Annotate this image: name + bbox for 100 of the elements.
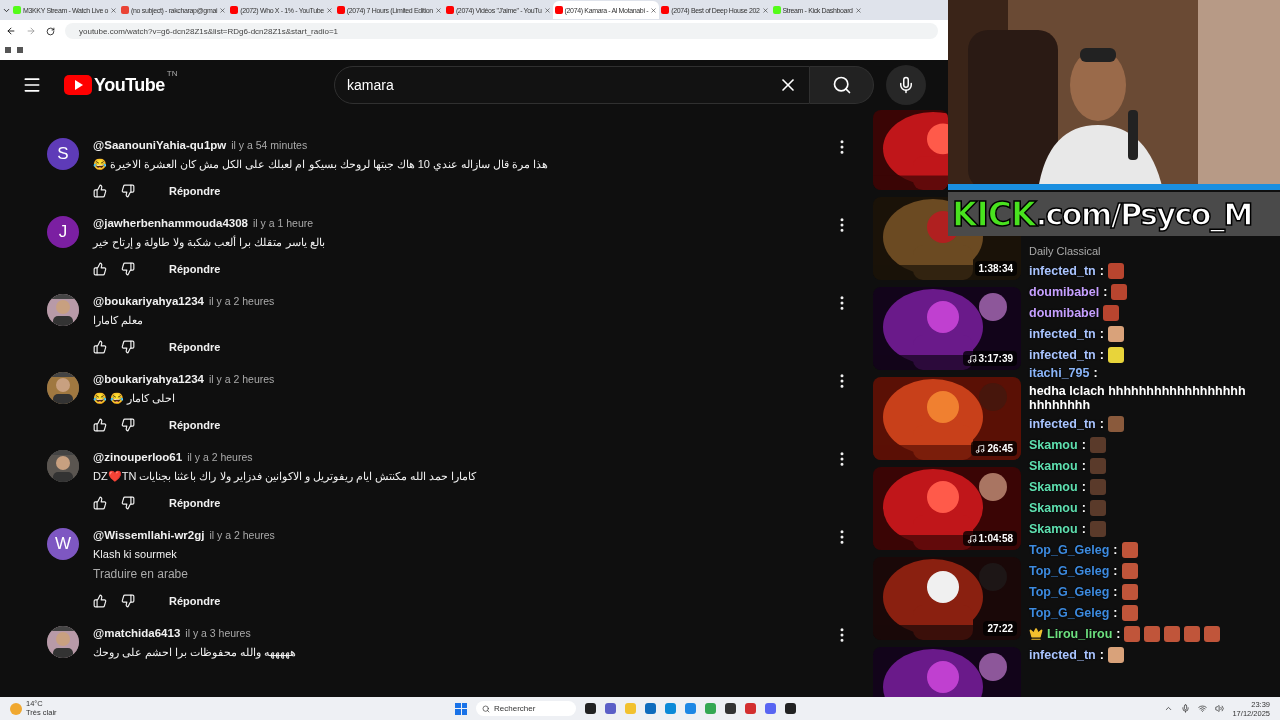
reply-button[interactable]: Répondre — [169, 497, 221, 509]
reply-button[interactable]: Répondre — [169, 419, 221, 431]
country-code: TN — [166, 68, 178, 78]
comment-time[interactable]: il y a 2 heures — [187, 450, 253, 464]
chat-username[interactable]: infected_tn — [1029, 416, 1096, 431]
logo-text: YouTube — [94, 74, 165, 96]
chat-separator: : — [1081, 458, 1086, 473]
chat-username[interactable]: Top_G_Geleg — [1029, 584, 1110, 599]
chat-username[interactable]: infected_tn — [1029, 347, 1096, 362]
reply-button[interactable]: Répondre — [169, 263, 221, 275]
chat-username[interactable]: Top_G_Geleg — [1029, 563, 1110, 578]
duration-badge: 27:22 — [983, 621, 1017, 636]
chat-username[interactable]: infected_tn — [1029, 263, 1096, 278]
chat-separator: : — [1116, 626, 1121, 641]
comment-time[interactable]: il y a 2 heures — [209, 528, 275, 542]
chat-username[interactable]: infected_tn — [1029, 326, 1096, 341]
avatar[interactable]: J — [47, 216, 79, 248]
reply-button[interactable]: Répondre — [169, 595, 221, 607]
reply-button[interactable]: Répondre — [169, 185, 221, 197]
comment-author[interactable]: @jawherbenhammouda4308 — [93, 216, 248, 230]
like-icon[interactable] — [93, 340, 107, 354]
dislike-icon[interactable] — [121, 340, 135, 354]
dislike-icon[interactable] — [121, 184, 135, 198]
like-icon[interactable] — [93, 418, 107, 432]
mic-button[interactable] — [886, 65, 926, 105]
reply-button[interactable]: Répondre — [169, 341, 221, 353]
avatar[interactable]: S — [47, 138, 79, 170]
chat-username[interactable]: doumibabel — [1029, 284, 1100, 299]
chat-username[interactable]: Top_G_Geleg — [1029, 605, 1110, 620]
back-icon[interactable] — [6, 26, 16, 36]
music-note-icon — [966, 353, 977, 364]
chat-separator: : — [1113, 584, 1118, 599]
chat-separator: : — [1113, 563, 1118, 578]
close-icon[interactable] — [543, 6, 551, 14]
comment-time[interactable]: il y a 2 heures — [208, 294, 275, 308]
like-icon[interactable] — [93, 262, 107, 276]
app-icon[interactable] — [785, 703, 796, 714]
comment-author[interactable]: @SaanouniYahia-qu1pw — [93, 138, 227, 152]
comment-author[interactable]: @boukariyahya1234 — [93, 294, 204, 308]
comment-time[interactable]: il y a 1 heure — [253, 216, 314, 230]
comment-time[interactable]: il y a 54 minutes — [231, 138, 308, 152]
close-icon[interactable] — [761, 6, 769, 14]
chat-separator: : — [1099, 326, 1104, 341]
close-icon[interactable] — [325, 6, 333, 14]
close-icon[interactable] — [854, 6, 862, 14]
close-icon[interactable] — [110, 6, 118, 14]
close-icon[interactable] — [650, 6, 658, 14]
taskbar-search[interactable]: Rechercher — [476, 701, 576, 716]
chat-username[interactable]: doumibabel — [1029, 305, 1100, 320]
comment-time[interactable]: il y a 3 heures — [185, 626, 251, 640]
close-icon[interactable] — [219, 6, 227, 14]
dislike-icon[interactable] — [121, 418, 135, 432]
chat-username[interactable]: Lirou_lirou — [1047, 626, 1113, 641]
chat-username[interactable]: Skamou — [1029, 521, 1078, 536]
comment-author[interactable]: @Wissemllahi-wr2gj — [93, 528, 205, 542]
like-icon[interactable] — [93, 594, 107, 608]
translate-link[interactable]: Traduire en arabe — [93, 566, 188, 582]
chat-username[interactable]: infected_tn — [1029, 647, 1096, 662]
chat-separator: : — [1113, 605, 1118, 620]
chat-username[interactable]: Skamou — [1029, 437, 1078, 452]
wifi-icon[interactable] — [1198, 704, 1208, 713]
chat-separator: : — [1081, 479, 1086, 494]
chat-username[interactable]: itachi_795 — [1029, 366, 1090, 380]
dislike-icon[interactable] — [121, 496, 135, 510]
app-icon[interactable] — [725, 703, 736, 714]
chat-message: hedha lclach hhhhhhhhhhhhhhhhhhhhhhhhhh — [1029, 384, 1247, 412]
like-icon[interactable] — [93, 184, 107, 198]
tray-icon[interactable] — [1164, 704, 1174, 713]
close-icon[interactable] — [434, 6, 442, 14]
like-icon[interactable] — [93, 496, 107, 510]
comment-author[interactable]: @matchida6413 — [93, 626, 181, 640]
comment-author[interactable]: @zinouperloo61 — [93, 450, 183, 464]
start-icon[interactable] — [455, 702, 467, 715]
duration-badge: 1:04:58 — [962, 531, 1017, 546]
search-icon — [831, 75, 852, 95]
comment-text: Klash ki sourmek — [93, 547, 177, 562]
volume-icon[interactable] — [1215, 704, 1225, 713]
channel-name[interactable]: Daily Classical — [1029, 245, 1101, 257]
dislike-icon[interactable] — [121, 262, 135, 276]
dislike-icon[interactable] — [121, 594, 135, 608]
app-icon[interactable] — [585, 703, 596, 714]
chat-username[interactable]: Skamou — [1029, 500, 1078, 515]
chat-username[interactable]: Skamou — [1029, 479, 1078, 494]
mic-icon[interactable] — [1181, 704, 1191, 713]
chat-separator: : — [1099, 263, 1104, 278]
search-button[interactable] — [810, 66, 874, 104]
reload-icon[interactable] — [46, 26, 55, 36]
chat-separator: : — [1093, 366, 1098, 380]
comment-text: هههههه والله محفوظات برا احشم على روحك — [93, 645, 297, 660]
chat-username[interactable]: Skamou — [1029, 458, 1078, 473]
menu-icon[interactable] — [22, 75, 42, 95]
comment-time[interactable]: il y a 2 heures — [208, 372, 275, 386]
chat-separator: : — [1099, 347, 1104, 362]
avatar[interactable]: W — [47, 528, 79, 560]
address-bar[interactable]: youtube.com/watch?v=g6-dcn28Z1s&list=RDg6-dcn28Z1s&start_radio=1 — [65, 23, 938, 39]
play-logo-icon — [64, 75, 92, 95]
comment-author[interactable]: @boukariyahya1234 — [93, 372, 204, 386]
chat-username[interactable]: Top_G_Geleg — [1029, 542, 1110, 557]
chat-separator: : — [1113, 542, 1118, 557]
search-field[interactable]: kamara — [334, 66, 810, 104]
